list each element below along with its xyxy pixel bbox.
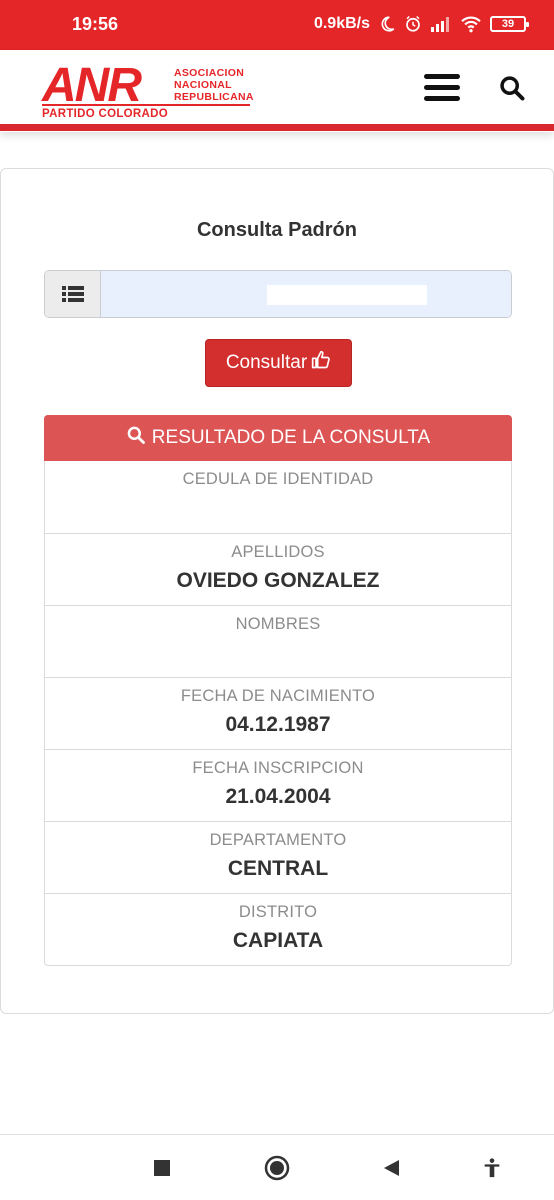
status-icons: 0.9kB/s 39	[313, 12, 529, 36]
result-row-departamento: DEPARTAMENTO CENTRAL	[45, 821, 511, 893]
logo-anr-text: ANR	[42, 59, 142, 112]
logo-line-2: NACIONAL	[174, 79, 232, 91]
status-bar: 19:56 0.9kB/s 39	[0, 0, 554, 50]
home-icon[interactable]	[264, 1155, 290, 1181]
logo-line-3: REPUBLICANA	[174, 91, 254, 103]
input-redaction	[267, 285, 427, 305]
row-value: CAPIATA	[232, 929, 324, 952]
anr-logo[interactable]: ANR ASOCIACION NACIONAL REPUBLICANA PART…	[42, 59, 257, 122]
row-label: DISTRITO	[238, 903, 318, 921]
result-header: RESULTADO DE LA CONSULTA	[44, 415, 512, 461]
row-value: 21.04.2004	[225, 785, 331, 808]
consultar-label: Consultar	[225, 352, 308, 373]
signal-icon	[430, 16, 452, 32]
result-row-cedula: CEDULA DE IDENTIDAD	[45, 461, 511, 533]
result-table: CEDULA DE IDENTIDAD APELLIDOS OVIEDO GON…	[44, 461, 512, 966]
result-header-label: RESULTADO DE LA CONSULTA	[151, 427, 431, 448]
row-label: CEDULA DE IDENTIDAD	[182, 470, 374, 488]
alarm-icon	[404, 15, 422, 33]
wifi-icon	[460, 15, 482, 33]
result-row-distrito: DISTRITO CAPIATA	[45, 893, 511, 965]
result-row-nombres: NOMBRES	[45, 605, 511, 677]
battery-icon: 39	[490, 16, 529, 32]
cedula-input-group	[44, 270, 512, 318]
result-row-apellidos: APELLIDOS OVIEDO GONZALEZ	[45, 533, 511, 605]
search-icon[interactable]	[498, 74, 528, 104]
row-label: NOMBRES	[235, 615, 321, 633]
moon-icon	[378, 15, 396, 33]
search-icon	[126, 425, 146, 451]
row-label: FECHA DE NACIMIENTO	[180, 687, 376, 705]
row-label: DEPARTAMENTO	[209, 831, 347, 849]
recent-apps-icon[interactable]	[149, 1155, 175, 1181]
status-time: 19:56	[72, 14, 119, 34]
hamburger-menu-icon[interactable]	[424, 74, 462, 104]
result-row-fecha-inscripcion: FECHA INSCRIPCION 21.04.2004	[45, 749, 511, 821]
result-row-fecha-nacimiento: FECHA DE NACIMIENTO 04.12.1987	[45, 677, 511, 749]
logo-line-1: ASOCIACION	[174, 67, 245, 79]
page-title: Consulta Padrón	[196, 219, 357, 241]
system-nav-bar	[0, 1134, 554, 1200]
header-red-line	[0, 124, 554, 131]
row-label: FECHA INSCRIPCION	[192, 759, 364, 777]
logo-subtitle: ASOCIACION NACIONAL REPUBLICANA	[174, 67, 254, 103]
site-header: ANR ASOCIACION NACIONAL REPUBLICANA PART…	[0, 50, 554, 132]
row-value: 04.12.1987	[225, 713, 331, 736]
logo-underline	[42, 104, 250, 106]
thumbs-up-icon	[311, 350, 331, 376]
network-speed: 0.9kB/s	[313, 15, 370, 32]
consulta-card: Consulta Padrón Consultar RESULTADO DE L…	[0, 168, 554, 1014]
logo-partido-text: PARTIDO COLORADO	[42, 108, 168, 120]
row-value: OVIEDO GONZALEZ	[176, 569, 380, 592]
accessibility-icon[interactable]	[479, 1155, 505, 1181]
row-label: APELLIDOS	[231, 543, 325, 561]
consultar-button[interactable]: Consultar	[205, 339, 352, 387]
row-value: CENTRAL	[227, 857, 329, 880]
back-icon[interactable]	[378, 1155, 404, 1181]
list-icon	[45, 271, 101, 317]
